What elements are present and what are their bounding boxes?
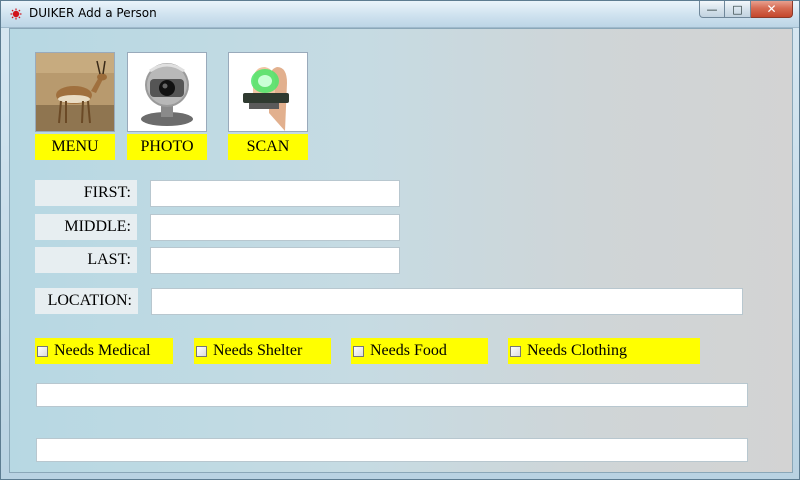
notes-field[interactable] [36, 383, 748, 407]
status-field[interactable] [36, 438, 748, 462]
checkbox-icon[interactable] [353, 345, 364, 357]
location-label: LOCATION: [35, 288, 138, 314]
last-name-label: LAST: [35, 247, 137, 273]
webcam-icon[interactable] [127, 52, 207, 132]
needs-shelter-label: Needs Shelter [213, 342, 303, 359]
client-area: MENU PHOTO SCAN FIRST: MIDDLE: LAST: LOC… [9, 28, 793, 473]
photo-button-label[interactable]: PHOTO [127, 134, 207, 160]
close-button[interactable]: ✕ [751, 1, 793, 18]
needs-food-label: Needs Food [370, 342, 447, 359]
close-icon: ✕ [766, 2, 777, 16]
checkbox-icon[interactable] [37, 345, 48, 357]
antelope-icon[interactable] [35, 52, 115, 132]
checkbox-icon[interactable] [196, 345, 207, 357]
window-controls: — □ ✕ [699, 1, 793, 19]
minimize-button[interactable]: — [699, 1, 725, 18]
menu-button-label[interactable]: MENU [35, 134, 115, 160]
scan-button-label[interactable]: SCAN [228, 134, 308, 160]
window-title: DUIKER Add a Person [29, 6, 157, 20]
needs-medical-label: Needs Medical [54, 342, 151, 359]
needs-food-checkbox[interactable]: Needs Food [351, 338, 488, 364]
last-name-input[interactable] [150, 247, 400, 274]
title-bar[interactable]: DUIKER Add a Person — □ ✕ [1, 1, 799, 28]
needs-shelter-checkbox[interactable]: Needs Shelter [194, 338, 331, 364]
menu-tile[interactable]: MENU [35, 52, 115, 160]
needs-clothing-checkbox[interactable]: Needs Clothing [508, 338, 700, 364]
maximize-button[interactable]: □ [725, 1, 751, 18]
middle-name-input[interactable] [150, 214, 400, 241]
first-name-input[interactable] [150, 180, 400, 207]
fingerprint-scanner-icon[interactable] [228, 52, 308, 132]
checkbox-icon[interactable] [510, 345, 521, 357]
minimize-icon: — [706, 2, 718, 16]
scan-tile[interactable]: SCAN [228, 52, 308, 160]
first-name-label: FIRST: [35, 180, 137, 206]
app-icon [10, 8, 22, 20]
location-input[interactable] [151, 288, 743, 315]
needs-medical-checkbox[interactable]: Needs Medical [35, 338, 173, 364]
middle-name-label: MIDDLE: [35, 214, 137, 240]
app-window: DUIKER Add a Person — □ ✕ MENU PHOTO SCA… [0, 0, 800, 480]
needs-clothing-label: Needs Clothing [527, 342, 627, 359]
maximize-icon: □ [732, 2, 743, 16]
photo-tile[interactable]: PHOTO [127, 52, 207, 160]
